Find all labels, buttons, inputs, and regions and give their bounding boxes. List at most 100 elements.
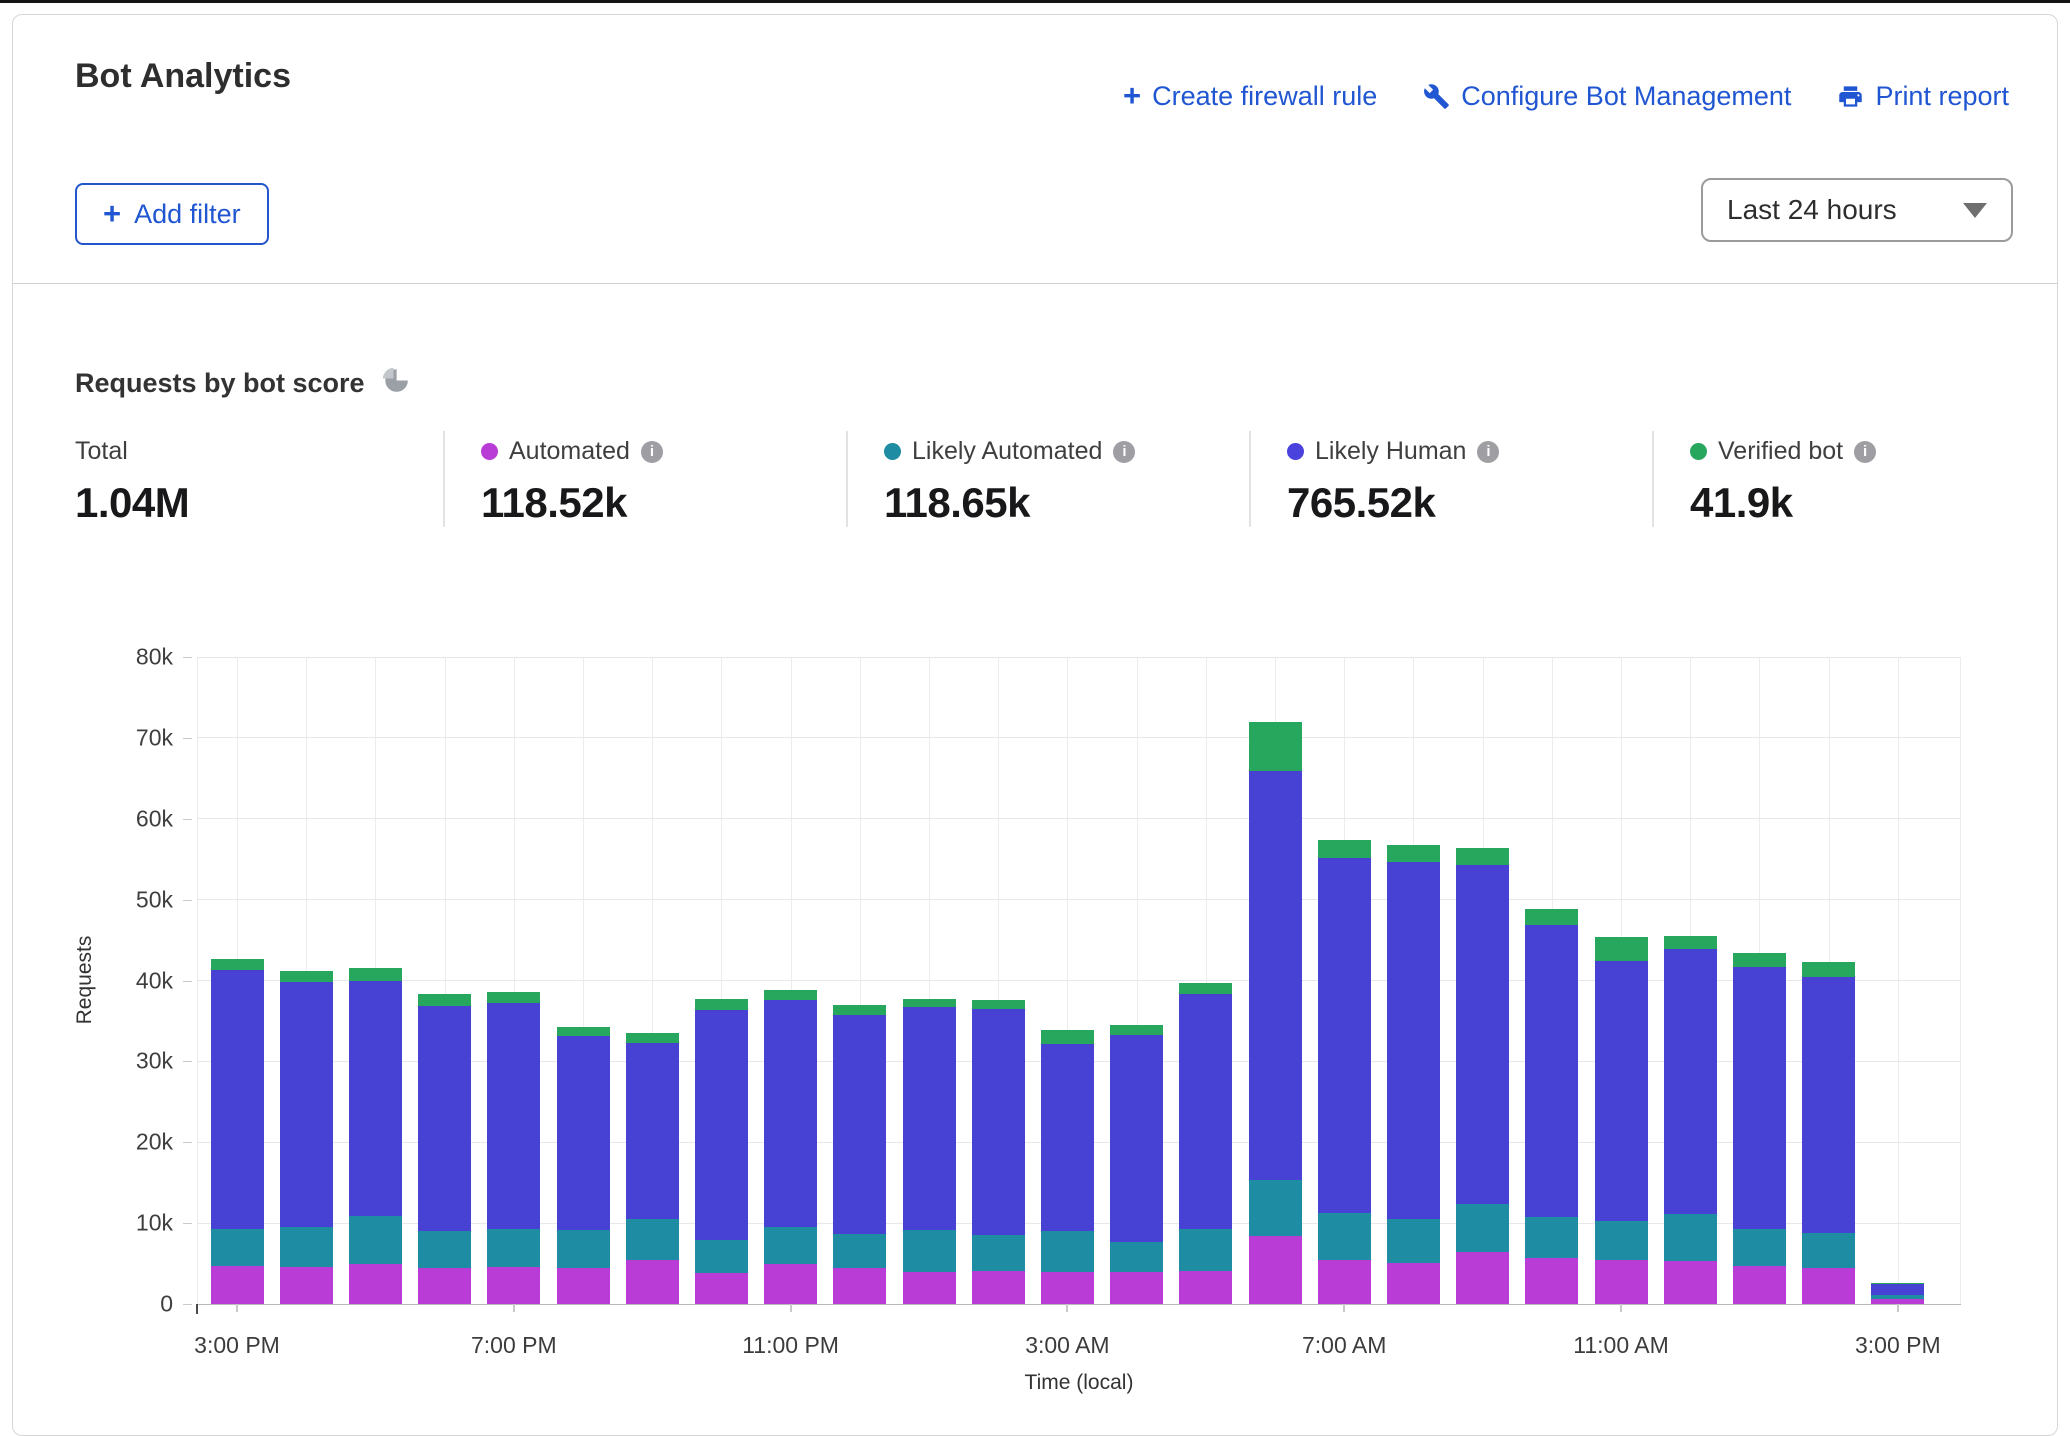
- bar-segment-automated: [1664, 1261, 1717, 1304]
- bar-segment-likely-human: [280, 982, 333, 1227]
- stat-label: Automated: [509, 437, 630, 466]
- section-title: Requests by bot score: [75, 368, 365, 399]
- bar-segment-likely-human: [1110, 1035, 1163, 1242]
- chart-bar[interactable]: [626, 657, 679, 1304]
- chart-bar[interactable]: [349, 657, 402, 1304]
- legend-dot: [1690, 443, 1707, 460]
- chart-bar[interactable]: [764, 657, 817, 1304]
- bar-segment-likely-automated: [1802, 1233, 1855, 1268]
- bar-segment-likely-automated: [1595, 1221, 1648, 1260]
- window-top-edge: [0, 0, 2070, 3]
- bar-segment-verified-bot: [557, 1027, 610, 1037]
- chart-bar[interactable]: [1387, 657, 1440, 1304]
- chart-bar[interactable]: [487, 657, 540, 1304]
- chart-bar[interactable]: [1249, 657, 1302, 1304]
- header-actions: + Create firewall rule Configure Bot Man…: [1123, 81, 2009, 112]
- chart-bar[interactable]: [280, 657, 333, 1304]
- bar-segment-likely-automated: [1387, 1219, 1440, 1263]
- chart-bar[interactable]: [903, 657, 956, 1304]
- stat-label: Likely Human: [1315, 437, 1466, 466]
- bar-segment-likely-automated: [1733, 1229, 1786, 1266]
- bar-segment-automated: [1733, 1266, 1786, 1304]
- time-range-value: Last 24 hours: [1727, 194, 1897, 226]
- y-tick-mark: [183, 900, 192, 901]
- bar-segment-likely-automated: [1456, 1204, 1509, 1253]
- info-icon[interactable]: i: [1854, 441, 1876, 463]
- y-tick-mark: [183, 819, 192, 820]
- bar-segment-likely-human: [1733, 967, 1786, 1229]
- bar-segment-automated: [1110, 1272, 1163, 1304]
- y-tick-label: 80k: [63, 644, 173, 671]
- y-tick-label: 40k: [63, 967, 173, 994]
- chart-bar[interactable]: [557, 657, 610, 1304]
- chart-bar[interactable]: [1041, 657, 1094, 1304]
- info-icon[interactable]: i: [1477, 441, 1499, 463]
- chart-bar[interactable]: [1525, 657, 1578, 1304]
- chart-bar[interactable]: [1179, 657, 1232, 1304]
- bar-segment-automated: [280, 1267, 333, 1304]
- info-icon[interactable]: i: [1113, 441, 1135, 463]
- create-firewall-rule-label: Create firewall rule: [1152, 81, 1377, 112]
- info-icon[interactable]: i: [641, 441, 663, 463]
- stat-value: 1.04M: [75, 479, 443, 527]
- bar-segment-likely-automated: [418, 1231, 471, 1268]
- chart-bar[interactable]: [1318, 657, 1371, 1304]
- bar-segment-verified-bot: [280, 971, 333, 982]
- bar-segment-likely-human: [1871, 1284, 1924, 1295]
- bar-segment-verified-bot: [1595, 937, 1648, 961]
- bar-segment-automated: [972, 1271, 1025, 1304]
- bar-segment-automated: [557, 1268, 610, 1304]
- chart-bar[interactable]: [833, 657, 886, 1304]
- stats-row: Total1.04MAutomatedi118.52kLikely Automa…: [75, 431, 2024, 527]
- bar-segment-likely-automated: [349, 1216, 402, 1264]
- chart-bar[interactable]: [1110, 657, 1163, 1304]
- stat-label: Total: [75, 437, 128, 466]
- bar-segment-likely-human: [1041, 1044, 1094, 1231]
- chart-bar[interactable]: [1456, 657, 1509, 1304]
- bar-segment-verified-bot: [1802, 962, 1855, 977]
- create-firewall-rule-link[interactable]: + Create firewall rule: [1123, 81, 1377, 112]
- page-title: Bot Analytics: [75, 57, 291, 96]
- chart-bar[interactable]: [972, 657, 1025, 1304]
- bar-segment-verified-bot: [1733, 953, 1786, 967]
- bar-segment-verified-bot: [1664, 936, 1717, 949]
- x-tick-label: 3:00 PM: [1855, 1332, 1941, 1359]
- bar-segment-likely-human: [1387, 862, 1440, 1219]
- chart-bar[interactable]: [1733, 657, 1786, 1304]
- bar-segment-likely-automated: [695, 1240, 748, 1273]
- chart-bar[interactable]: [1802, 657, 1855, 1304]
- y-tick-mark: [183, 1061, 192, 1062]
- chart-bar[interactable]: [1595, 657, 1648, 1304]
- bar-segment-likely-automated: [764, 1227, 817, 1263]
- print-report-link[interactable]: Print report: [1837, 81, 2009, 112]
- chart-bar[interactable]: [418, 657, 471, 1304]
- bar-segment-verified-bot: [764, 990, 817, 1000]
- x-axis-origin-tick: [196, 1304, 198, 1314]
- chart-bar[interactable]: [211, 657, 264, 1304]
- bar-segment-verified-bot: [1387, 845, 1440, 862]
- bar-segment-verified-bot: [1249, 722, 1302, 771]
- chart-bar[interactable]: [695, 657, 748, 1304]
- bar-segment-likely-automated: [1179, 1229, 1232, 1271]
- bar-segment-likely-human: [557, 1036, 610, 1230]
- bar-segment-verified-bot: [695, 999, 748, 1010]
- chart-bar[interactable]: [1871, 657, 1924, 1304]
- x-tick-label: 3:00 AM: [1025, 1332, 1109, 1359]
- bar-segment-likely-automated: [487, 1229, 540, 1267]
- bar-segment-likely-human: [211, 970, 264, 1229]
- add-filter-button[interactable]: + Add filter: [75, 183, 269, 245]
- bar-segment-automated: [1318, 1260, 1371, 1304]
- bar-segment-automated: [211, 1266, 264, 1304]
- y-tick-mark: [183, 657, 192, 658]
- bar-segment-verified-bot: [418, 994, 471, 1006]
- bar-segment-likely-human: [833, 1015, 886, 1234]
- bar-segment-likely-human: [972, 1009, 1025, 1235]
- stat-label: Likely Automated: [912, 437, 1102, 466]
- bar-segment-likely-automated: [557, 1230, 610, 1267]
- time-range-select[interactable]: Last 24 hours: [1701, 178, 2013, 242]
- chart-bar[interactable]: [1664, 657, 1717, 1304]
- bar-segment-likely-human: [1802, 977, 1855, 1233]
- bar-segment-likely-automated: [211, 1229, 264, 1266]
- configure-bot-management-link[interactable]: Configure Bot Management: [1423, 81, 1791, 112]
- stat-likely-human: Likely Humani765.52k: [1249, 431, 1652, 527]
